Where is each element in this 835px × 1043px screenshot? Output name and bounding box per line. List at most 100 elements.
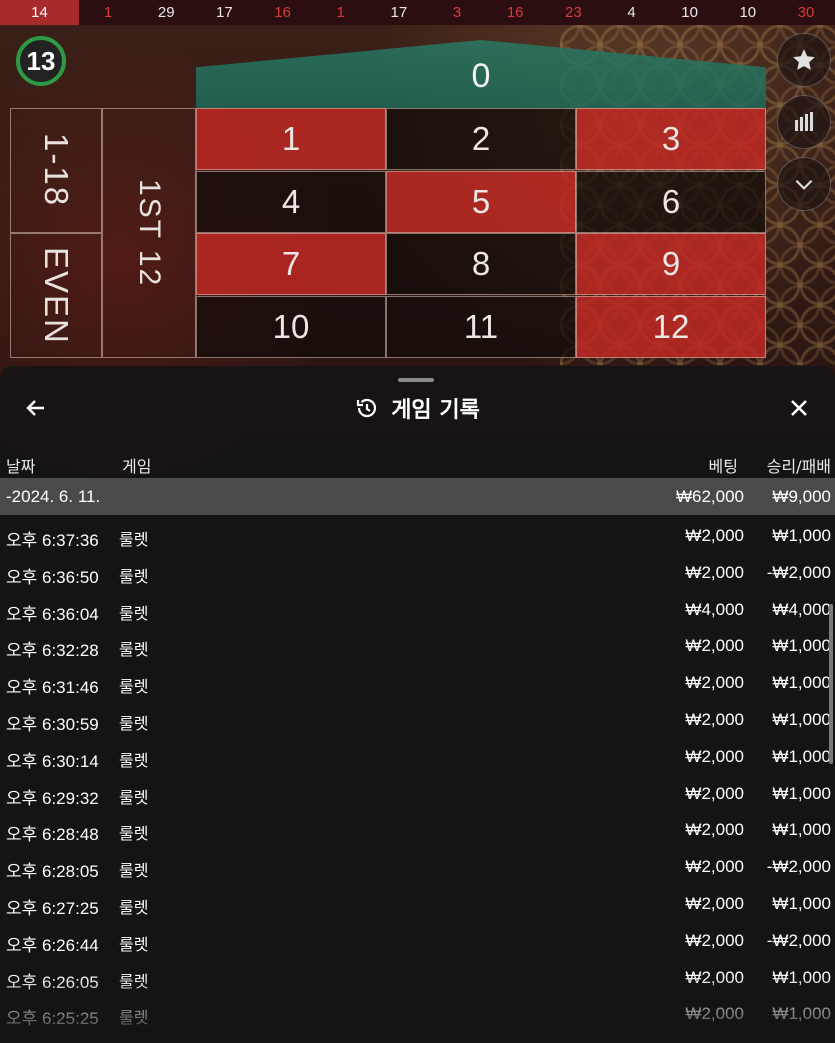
- column-game: 게임: [122, 457, 152, 476]
- history-win-loss: ₩1,000: [772, 673, 831, 693]
- history-time: 오후 6:30:14: [6, 751, 99, 771]
- history-row[interactable]: 오후 6:28:05 룰렛 ₩2,000 -₩2,000: [0, 850, 835, 887]
- history-time: 오후 6:37:36: [6, 531, 99, 550]
- recent-result: 4: [627, 4, 636, 21]
- star-icon: [793, 49, 815, 70]
- countdown-timer: 13: [16, 36, 66, 86]
- chevron-down-icon: [795, 179, 813, 190]
- history-bet: ₩2,000: [685, 967, 744, 987]
- history-row[interactable]: 오후 6:30:14 룰렛 ₩2,000 ₩1,000: [0, 740, 835, 777]
- history-time: 오후 6:36:50: [6, 567, 99, 587]
- history-table-header: 날짜 게임 베팅 승리/패배: [0, 449, 835, 477]
- history-win-loss: ₩1,000: [772, 820, 831, 840]
- recent-result: 3: [452, 4, 462, 21]
- sheet-header: 게임 기록: [0, 392, 835, 424]
- history-win-loss: ₩1,000: [772, 636, 831, 656]
- history-list: 오후 6:37:36 룰렛 ₩2,000 ₩1,000 오후 6:36:50 룰렛 ₩2,0…: [0, 519, 835, 1034]
- history-row[interactable]: 오후 6:27:25 룰렛 ₩2,000 ₩1,000: [0, 887, 835, 924]
- history-row[interactable]: 오후 6:26:05 룰렛 ₩2,000 ₩1,000: [0, 961, 835, 998]
- history-time: 오후 6:36:04: [6, 604, 99, 624]
- day-total-bet: ₩62,000: [675, 487, 744, 506]
- collapse-button[interactable]: [777, 157, 831, 211]
- history-time: 오후 6:28:05: [6, 862, 99, 882]
- recent-result: 16: [506, 4, 524, 21]
- sheet-grabber[interactable]: [398, 378, 434, 382]
- history-game: 룰렛: [119, 713, 149, 733]
- bet-spot-number[interactable]: 4: [196, 170, 386, 233]
- recent-result: 16: [274, 4, 291, 21]
- history-row[interactable]: 오후 6:37:36 룰렛 ₩2,000 ₩1,000: [0, 519, 835, 556]
- history-bet: ₩2,000: [685, 820, 744, 840]
- bet-spot-first-dozen[interactable]: 1ST 12: [102, 108, 196, 358]
- history-win-loss: ₩1,000: [772, 526, 831, 545]
- history-row[interactable]: 오후 6:29:32 룰렛 ₩2,000 ₩1,000: [0, 777, 835, 814]
- history-time: 오후 6:31:46: [6, 678, 99, 698]
- history-game: 룰렛: [119, 1008, 149, 1028]
- bet-spot-number[interactable]: 8: [386, 233, 576, 295]
- history-win-loss: ₩1,000: [772, 709, 831, 729]
- history-time: 오후 6:25:25: [6, 1009, 99, 1029]
- history-row[interactable]: 오후 6:25:25 룰렛 ₩2,000 ₩1,000: [0, 997, 835, 1034]
- history-win-loss: ₩1,000: [772, 746, 831, 766]
- history-row[interactable]: 오후 6:36:04 룰렛 ₩4,000 ₩4,000: [0, 593, 835, 630]
- history-win-loss: -₩2,000: [766, 930, 831, 950]
- history-game: 룰렛: [119, 824, 149, 844]
- history-win-loss: -₩2,000: [766, 562, 831, 582]
- bet-spot-number[interactable]: 3: [576, 108, 766, 170]
- day-summary-row[interactable]: -2024. 6. 11. ₩62,000 ₩9,000: [0, 478, 835, 515]
- statistics-button[interactable]: [777, 95, 831, 149]
- history-icon: [357, 398, 377, 418]
- column-win-loss: 승리/패배: [766, 457, 831, 476]
- history-game: 룰렛: [119, 787, 149, 807]
- history-bet: ₩2,000: [685, 709, 744, 729]
- recent-results-bar: 14 1 29 17 16 1 17 3 16 23 4 10 10 30: [0, 0, 835, 25]
- bet-spot-number[interactable]: 6: [576, 170, 766, 233]
- history-bet: ₩2,000: [685, 857, 744, 877]
- history-game: 룰렛: [119, 934, 149, 954]
- bet-spot-number[interactable]: 11: [386, 295, 576, 358]
- low-label: 1-18: [38, 133, 75, 208]
- history-game: 룰렛: [119, 861, 149, 881]
- history-win-loss: -₩2,000: [766, 857, 831, 877]
- bet-spot-number[interactable]: 12: [576, 295, 766, 358]
- betting-board: 1 2 3 4 5 6 7 8 9 10 11 12: [196, 108, 766, 366]
- history-bet: ₩2,000: [685, 636, 744, 656]
- even-label: EVEN: [38, 246, 75, 345]
- history-row[interactable]: 오후 6:36:50 룰렛 ₩2,000 -₩2,000: [0, 556, 835, 593]
- recent-result: 17: [390, 4, 408, 21]
- history-row[interactable]: 오후 6:26:44 룰렛 ₩2,000 -₩2,000: [0, 924, 835, 961]
- history-game: 룰렛: [119, 566, 149, 586]
- bet-spot-low[interactable]: 1-18: [10, 108, 102, 233]
- recent-result: 17: [216, 4, 233, 21]
- recent-result: 10: [681, 4, 698, 21]
- history-win-loss: ₩4,000: [772, 599, 831, 619]
- bet-spot-number[interactable]: 9: [576, 233, 766, 295]
- history-row[interactable]: 오후 6:32:28 룰렛 ₩2,000 ₩1,000: [0, 629, 835, 666]
- history-time: 오후 6:28:48: [6, 825, 99, 845]
- game-history-sheet: 게임 기록 날짜 게임 베팅 승리/패배 -2024. 6. 11. ₩62,0…: [0, 366, 835, 1043]
- recent-result: 29: [157, 4, 175, 21]
- close-button[interactable]: [783, 392, 815, 424]
- history-bet: ₩2,000: [685, 1004, 744, 1024]
- bet-spot-number[interactable]: 7: [196, 233, 386, 295]
- bet-spot-number[interactable]: 10: [196, 295, 386, 358]
- history-scrollbar[interactable]: [829, 604, 833, 764]
- bet-spot-number[interactable]: 1: [196, 108, 386, 170]
- history-bet: ₩2,000: [685, 526, 744, 545]
- bar-chart-icon: [795, 112, 813, 131]
- history-game: 룰렛: [119, 640, 149, 660]
- history-row[interactable]: 오후 6:28:48 룰렛 ₩2,000 ₩1,000: [0, 813, 835, 850]
- history-row[interactable]: 오후 6:31:46 룰렛 ₩2,000 ₩1,000: [0, 666, 835, 703]
- bet-spot-number[interactable]: 2: [386, 108, 576, 170]
- bet-spot-even[interactable]: EVEN: [10, 233, 102, 358]
- history-row[interactable]: 오후 6:30:59 룰렛 ₩2,000 ₩1,000: [0, 703, 835, 740]
- history-win-loss: ₩1,000: [772, 783, 831, 803]
- history-win-loss: ₩1,000: [772, 893, 831, 913]
- history-bet: ₩2,000: [685, 673, 744, 693]
- history-game: 룰렛: [119, 750, 149, 770]
- history-game: 룰렛: [119, 677, 149, 697]
- history-bet: ₩2,000: [685, 930, 744, 950]
- recent-result: 14: [0, 0, 79, 25]
- favorite-button[interactable]: [777, 33, 831, 87]
- bet-spot-number[interactable]: 5: [386, 170, 576, 233]
